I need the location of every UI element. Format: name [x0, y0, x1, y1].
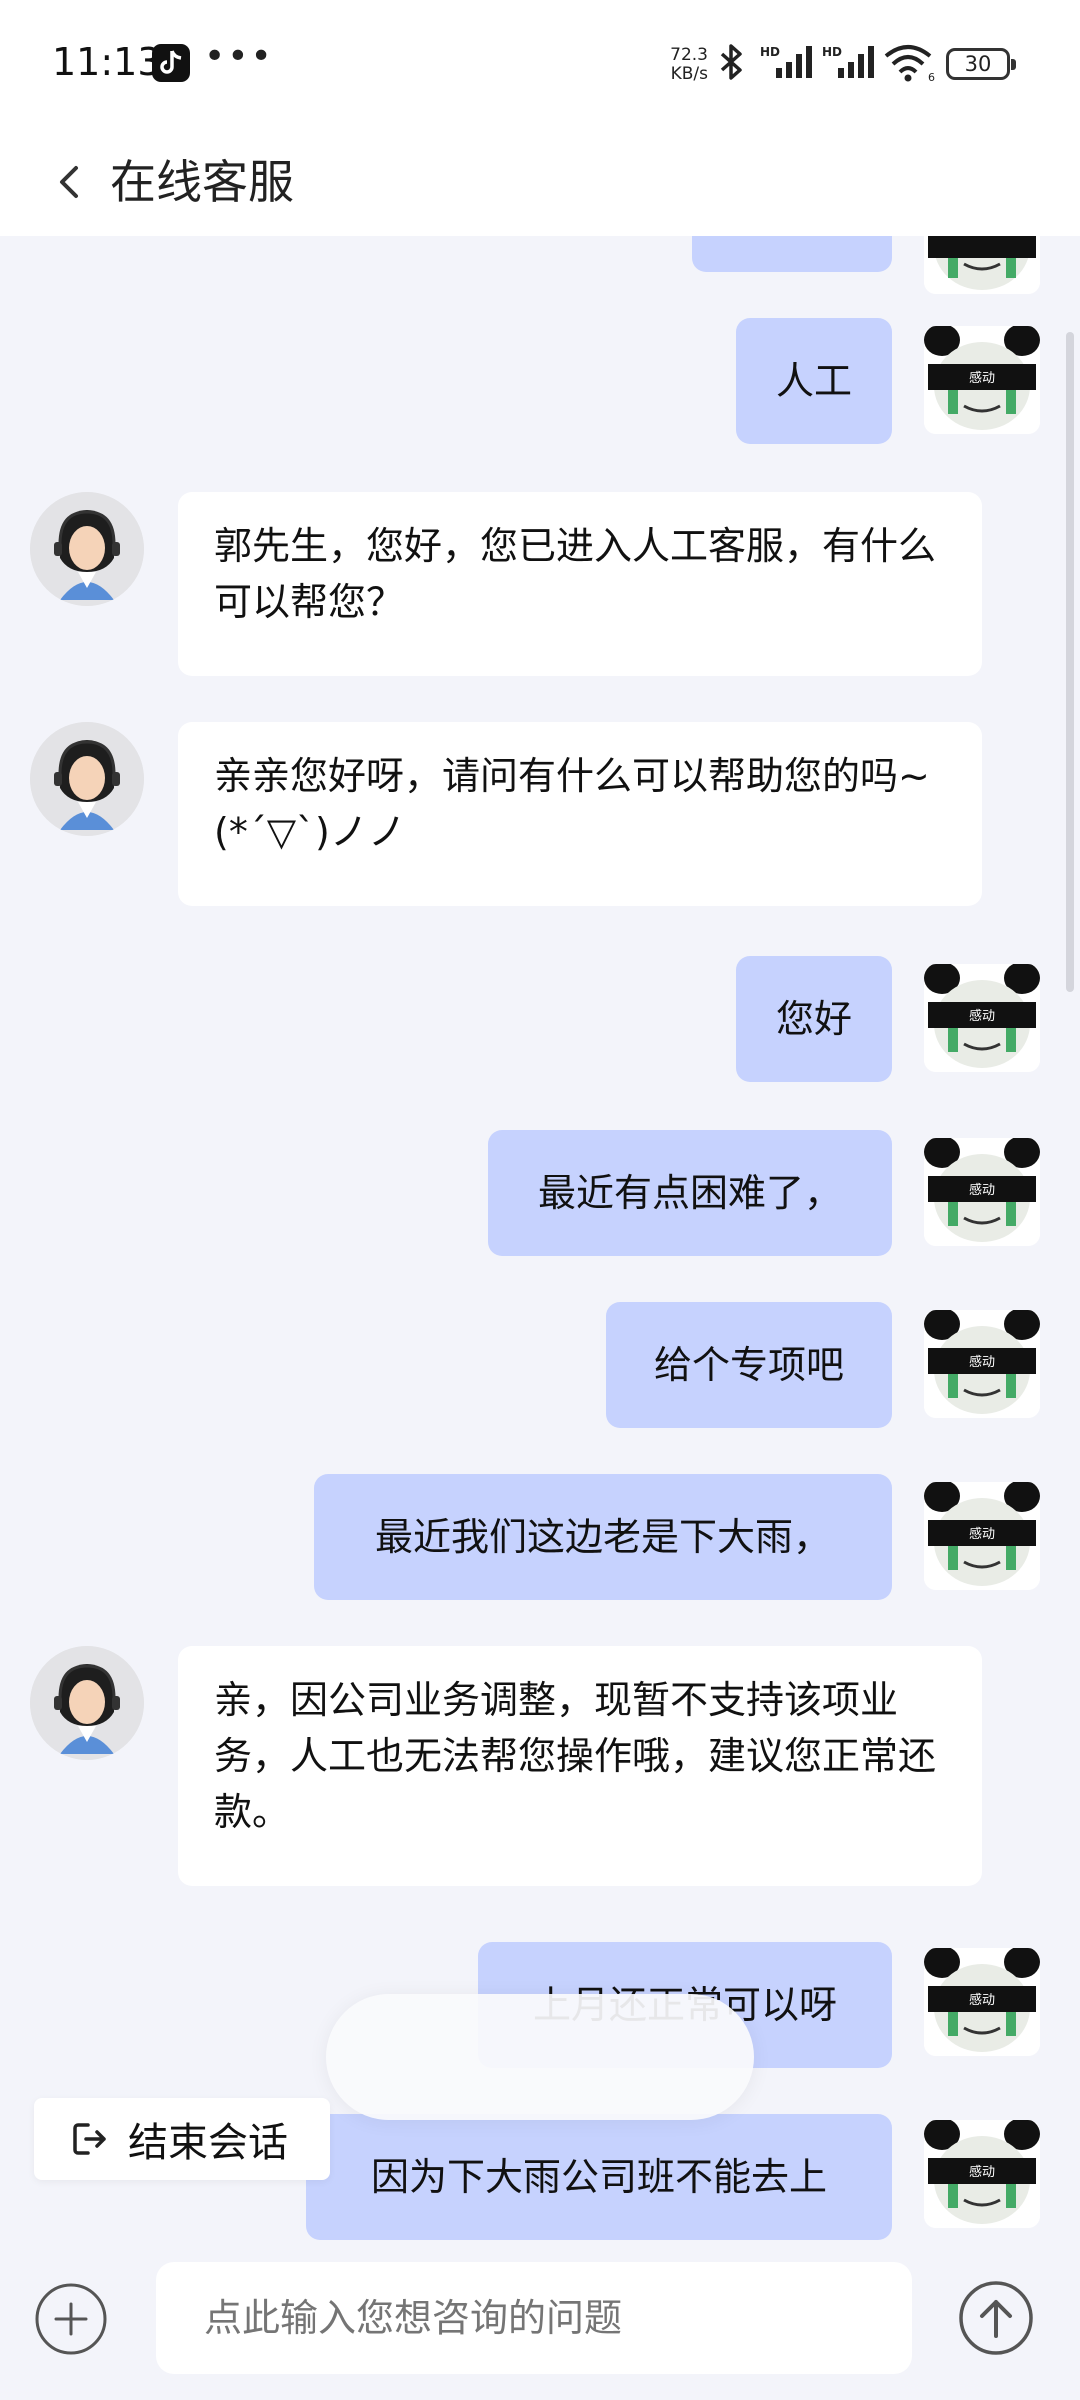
message-text: 最近我们这边老是下大雨， — [374, 1515, 831, 1559]
avatar-caption: 感动 — [969, 1526, 995, 1542]
avatar-caption: 感动 — [969, 1354, 995, 1370]
avatar[interactable] — [30, 492, 144, 606]
avatar[interactable] — [30, 722, 144, 836]
toast-overlay — [326, 1994, 754, 2120]
my-message-bubble[interactable] — [692, 236, 892, 272]
panda-meme-icon: 感动 — [924, 2120, 1040, 2228]
message-text: 给个专项吧 — [653, 1343, 844, 1387]
plus-circle-icon[interactable] — [34, 2282, 108, 2356]
avatar[interactable]: 感动 — [924, 1310, 1040, 1418]
panda-meme-icon: 感动 — [924, 1138, 1040, 1246]
bottom-input-bar — [0, 2256, 1080, 2400]
signal-hd-icon: HD — [760, 45, 812, 78]
my-message-bubble[interactable]: 最近有点困难了， — [488, 1130, 892, 1256]
svg-text:6: 6 — [928, 71, 935, 82]
more-dots-icon: ••• — [204, 36, 274, 77]
tiktok-icon — [152, 44, 190, 82]
avatar[interactable]: 感动 — [924, 2120, 1040, 2228]
my-message-bubble[interactable]: 您好 — [736, 956, 892, 1082]
avatar-caption: 感动 — [969, 1008, 995, 1024]
bluetooth-icon — [720, 44, 742, 80]
svg-text:HD: HD — [760, 45, 780, 59]
panda-meme-icon — [924, 236, 1040, 294]
panda-meme-icon: 感动 — [924, 1948, 1040, 2056]
status-time: 11:13 — [52, 40, 162, 84]
agent-headset-icon — [30, 492, 144, 606]
page-title: 在线客服 — [110, 155, 294, 209]
exit-icon — [73, 2123, 106, 2155]
my-message-bubble[interactable]: 最近我们这边老是下大雨， — [314, 1474, 892, 1600]
panda-meme-icon: 感动 — [924, 326, 1040, 434]
avatar[interactable]: 感动 — [924, 1482, 1040, 1590]
network-speed: 72.3 KB/s — [660, 46, 708, 84]
wifi-icon: 6 — [884, 45, 935, 82]
my-message-bubble[interactable]: 因为下大雨公司班不能去上 — [306, 2114, 892, 2240]
panda-meme-icon: 感动 — [924, 964, 1040, 1072]
message-text: 郭先生，您好，您已进入人工客服，有什么可以帮您？ — [214, 524, 937, 624]
avatar-caption: 感动 — [969, 370, 995, 386]
avatar[interactable]: 感动 — [924, 1138, 1040, 1246]
end-session-button[interactable]: 结束会话 — [34, 2098, 330, 2180]
chevron-left-icon[interactable] — [52, 152, 88, 212]
message-text: 因为下大雨公司班不能去上 — [370, 2155, 827, 2199]
panda-meme-icon: 感动 — [924, 1310, 1040, 1418]
speed-unit: KB/s — [670, 64, 708, 84]
speed-value: 72.3 — [670, 45, 708, 65]
agent-message-bubble[interactable]: 亲亲您好呀，请问有什么可以帮助您的吗~(*ˊ▽ˋ)ノノ — [178, 722, 982, 906]
avatar[interactable]: 感动 — [924, 1948, 1040, 2056]
avatar[interactable]: 感动 — [924, 326, 1040, 434]
agent-headset-icon — [30, 722, 144, 836]
message-text: 亲亲您好呀，请问有什么可以帮助您的吗~(*ˊ▽ˋ)ノノ — [214, 754, 930, 854]
message-text: 最近有点困难了， — [537, 1171, 842, 1215]
agent-message-bubble[interactable]: 亲，因公司业务调整，现暂不支持该项业务，人工也无法帮您操作哦，建议您正常还款。 — [178, 1646, 982, 1886]
avatar[interactable]: 感动 — [924, 964, 1040, 1072]
scrollbar[interactable] — [1066, 332, 1074, 992]
avatar[interactable] — [924, 236, 1040, 294]
end-session-label: 结束会话 — [128, 2120, 288, 2166]
signal-hd-icon: HD — [822, 45, 874, 78]
message-text: 亲，因公司业务调整，现暂不支持该项业务，人工也无法帮您操作哦，建议您正常还款。 — [214, 1678, 937, 1834]
battery-icon: 30 — [946, 48, 1016, 80]
send-arrow-up-icon[interactable] — [958, 2280, 1034, 2356]
my-message-bubble[interactable]: 给个专项吧 — [606, 1302, 892, 1428]
avatar-caption: 感动 — [969, 1182, 995, 1198]
message-text: 您好 — [775, 997, 852, 1041]
status-bar: 11:13 ••• 72.3 KB/s HD HD 6 30 — [0, 0, 1080, 128]
avatar-caption: 感动 — [969, 2164, 995, 2180]
message-input[interactable] — [156, 2262, 912, 2374]
avatar[interactable] — [30, 1646, 144, 1760]
chat-list[interactable]: 人工 感动 郭先生，您好，您已进入人工客服，有什么可以帮您？ 亲亲您好呀，请问有… — [0, 236, 1080, 2256]
panda-meme-icon: 感动 — [924, 1482, 1040, 1590]
avatar-caption: 感动 — [969, 1992, 995, 2008]
battery-level: 30 — [964, 52, 992, 76]
agent-headset-icon — [30, 1646, 144, 1760]
header: 在线客服 — [0, 128, 1080, 236]
agent-message-bubble[interactable]: 郭先生，您好，您已进入人工客服，有什么可以帮您？ — [178, 492, 982, 676]
svg-text:HD: HD — [822, 45, 842, 59]
message-text: 人工 — [775, 359, 852, 403]
my-message-bubble[interactable]: 人工 — [736, 318, 892, 444]
